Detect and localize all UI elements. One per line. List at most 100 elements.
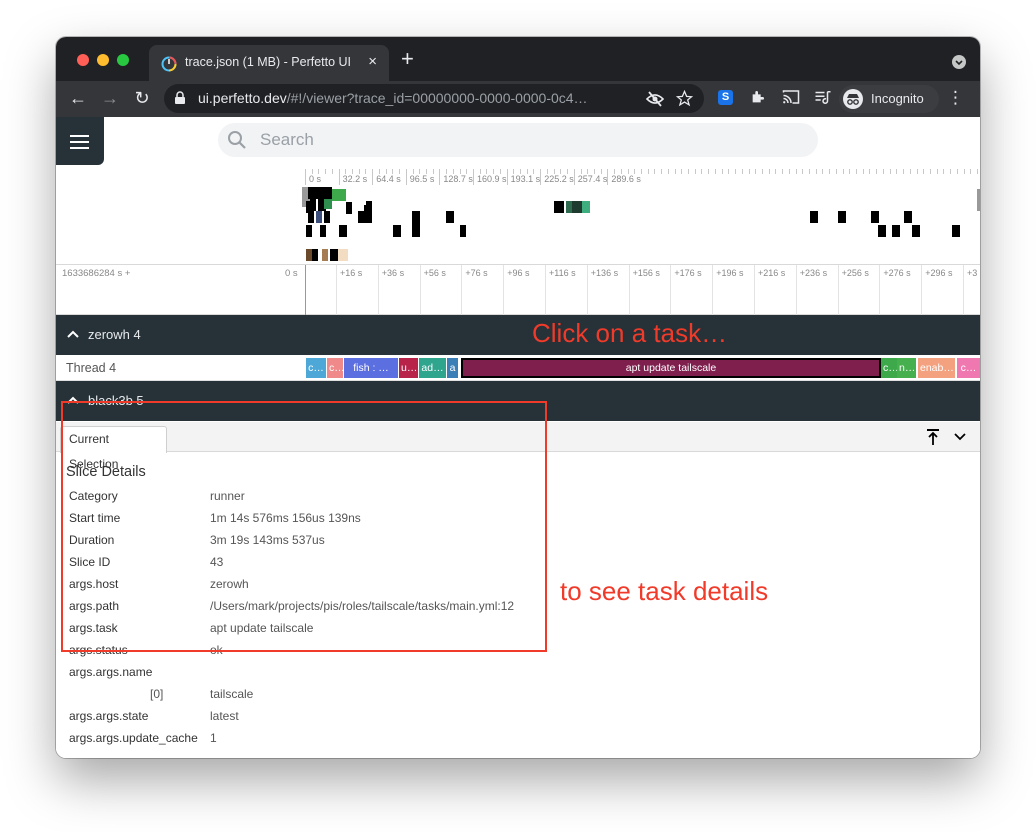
slice[interactable]: enab…	[918, 358, 955, 378]
time-axis-gridline	[712, 265, 714, 315]
overview-activity-block	[412, 211, 420, 237]
slice[interactable]: c…	[327, 358, 343, 378]
time-axis-tick-label: +136 s	[590, 268, 619, 278]
overview-activity-block	[892, 225, 900, 237]
slice[interactable]: c…	[306, 358, 326, 378]
time-axis-gridline	[879, 265, 881, 315]
browser-tab[interactable]: trace.json (1 MB) - Perfetto UI ×	[149, 45, 389, 81]
chevron-down-icon	[955, 60, 963, 66]
time-axis-tick-label: +256 s	[841, 268, 869, 278]
overview-activity-block	[306, 249, 312, 261]
browser-menu-icon[interactable]: ⋮	[947, 88, 964, 108]
maximize-panel-icon[interactable]	[924, 428, 942, 446]
time-axis-gridline	[545, 265, 546, 315]
perfetto-header	[56, 117, 980, 165]
new-tab-button[interactable]: +	[401, 48, 414, 70]
overview-timeline[interactable]: 0 s 32.2 s 64.4 s 96.5 s 128.7 s 160.9 s 193.1…	[56, 165, 980, 265]
time-axis-tick-label: +196 s	[716, 268, 744, 278]
star-icon[interactable]	[676, 90, 693, 107]
overview-activity-block	[324, 211, 330, 223]
detail-key: args.args.update_cache	[69, 731, 198, 745]
extension-s-icon[interactable]: S	[718, 90, 733, 105]
overview-activity-block	[316, 211, 322, 223]
cast-icon[interactable]	[782, 89, 800, 105]
time-zero-label: 0 s	[285, 268, 298, 279]
time-axis-gridline	[461, 265, 463, 315]
incognito-icon	[843, 89, 863, 109]
detail-value: 1	[210, 731, 217, 745]
reload-button[interactable]: ↻	[130, 86, 154, 110]
time-axis-tick-label: +216 s	[758, 268, 786, 278]
close-window-button[interactable]	[77, 54, 89, 66]
overview-activity-block	[838, 211, 846, 223]
overview-activity-block	[554, 201, 564, 213]
time-axis-tick-label: +96 s	[507, 268, 530, 278]
group-title: zerowh 4	[88, 327, 141, 342]
tab-close-icon[interactable]: ×	[368, 53, 377, 70]
url-host: ui.perfetto.dev	[198, 90, 287, 106]
time-axis-tick-label: +16 s	[340, 268, 363, 278]
overview-activity-block	[952, 225, 960, 237]
time-axis-gridline	[754, 265, 755, 315]
perfetto-favicon-icon	[161, 56, 177, 72]
overview-activity-block	[320, 225, 326, 237]
incognito-profile-button[interactable]: Incognito	[839, 85, 939, 113]
chevron-up-icon[interactable]	[67, 330, 79, 338]
slice[interactable]: u…	[399, 358, 418, 378]
media-controls-icon[interactable]	[814, 89, 832, 105]
time-axis-tick-label: +176 s	[674, 268, 702, 278]
hamburger-bar-top	[70, 135, 89, 137]
time-axis-tick-label: +3	[967, 268, 978, 278]
slice[interactable]: a	[447, 358, 458, 378]
slice[interactable]: fish : …	[344, 358, 398, 378]
time-axis-gridline	[795, 265, 797, 315]
time-axis-gridline	[503, 265, 505, 315]
overview-activity-chart	[302, 187, 980, 261]
eye-off-icon[interactable]	[646, 91, 664, 107]
overview-activity-block	[308, 211, 314, 223]
overview-activity-block	[324, 187, 332, 199]
detail-value: latest	[210, 709, 239, 723]
back-button[interactable]: ←	[66, 86, 90, 110]
time-axis-gridline	[670, 265, 672, 315]
overview-activity-block	[316, 187, 324, 199]
detail-value: tailscale	[210, 687, 254, 701]
overview-activity-block	[364, 205, 372, 211]
time-axis-tick-label: +276 s	[883, 268, 911, 278]
hamburger-bar-bottom	[70, 147, 89, 149]
overview-scroll-handle[interactable]	[977, 189, 980, 211]
tab-search-button[interactable]	[952, 55, 966, 69]
track-group-zerowh[interactable]: zerowh 4 Click on a task…	[56, 315, 980, 355]
slice-selected[interactable]: apt update tailscale	[461, 358, 881, 378]
zoom-window-button[interactable]	[117, 54, 129, 66]
slice[interactable]: n…	[897, 358, 916, 378]
omnibox-search[interactable]	[218, 123, 818, 157]
browser-toolbar: ← → ↻ ui.perfetto.dev/#!/viewer?trace_id…	[56, 81, 980, 117]
time-axis-tick-label: +296 s	[925, 268, 953, 278]
forward-button[interactable]: →	[98, 86, 122, 110]
overview-activity-block	[338, 249, 348, 261]
collapse-panel-icon[interactable]	[952, 429, 968, 445]
slice[interactable]: ad…	[419, 358, 446, 378]
track-label: Thread 4	[66, 361, 117, 375]
search-input[interactable]	[260, 129, 800, 151]
puzzle-extensions-icon[interactable]	[750, 89, 766, 105]
sidebar-toggle-button[interactable]	[56, 117, 104, 165]
overview-activity-block	[871, 211, 879, 223]
time-axis-gridline	[336, 265, 337, 315]
overview-activity-block	[582, 201, 590, 213]
overview-activity-block	[324, 199, 332, 209]
slice[interactable]: c…	[881, 358, 897, 378]
overview-activity-block	[460, 225, 466, 237]
slice[interactable]: c…	[957, 358, 980, 378]
highlight-box	[61, 401, 547, 652]
incognito-label: Incognito	[871, 91, 924, 106]
minimize-window-button[interactable]	[97, 54, 109, 66]
time-axis-gridline	[963, 265, 964, 315]
overview-activity-block	[393, 225, 401, 237]
time-axis-gridline	[377, 265, 379, 315]
time-axis-origin-line	[305, 265, 306, 315]
address-bar[interactable]: ui.perfetto.dev/#!/viewer?trace_id=00000…	[164, 84, 704, 113]
overview-activity-block	[358, 211, 372, 223]
thread-track: Thread 4 c…c…fish : …u…ad…aapt update ta…	[56, 355, 980, 381]
